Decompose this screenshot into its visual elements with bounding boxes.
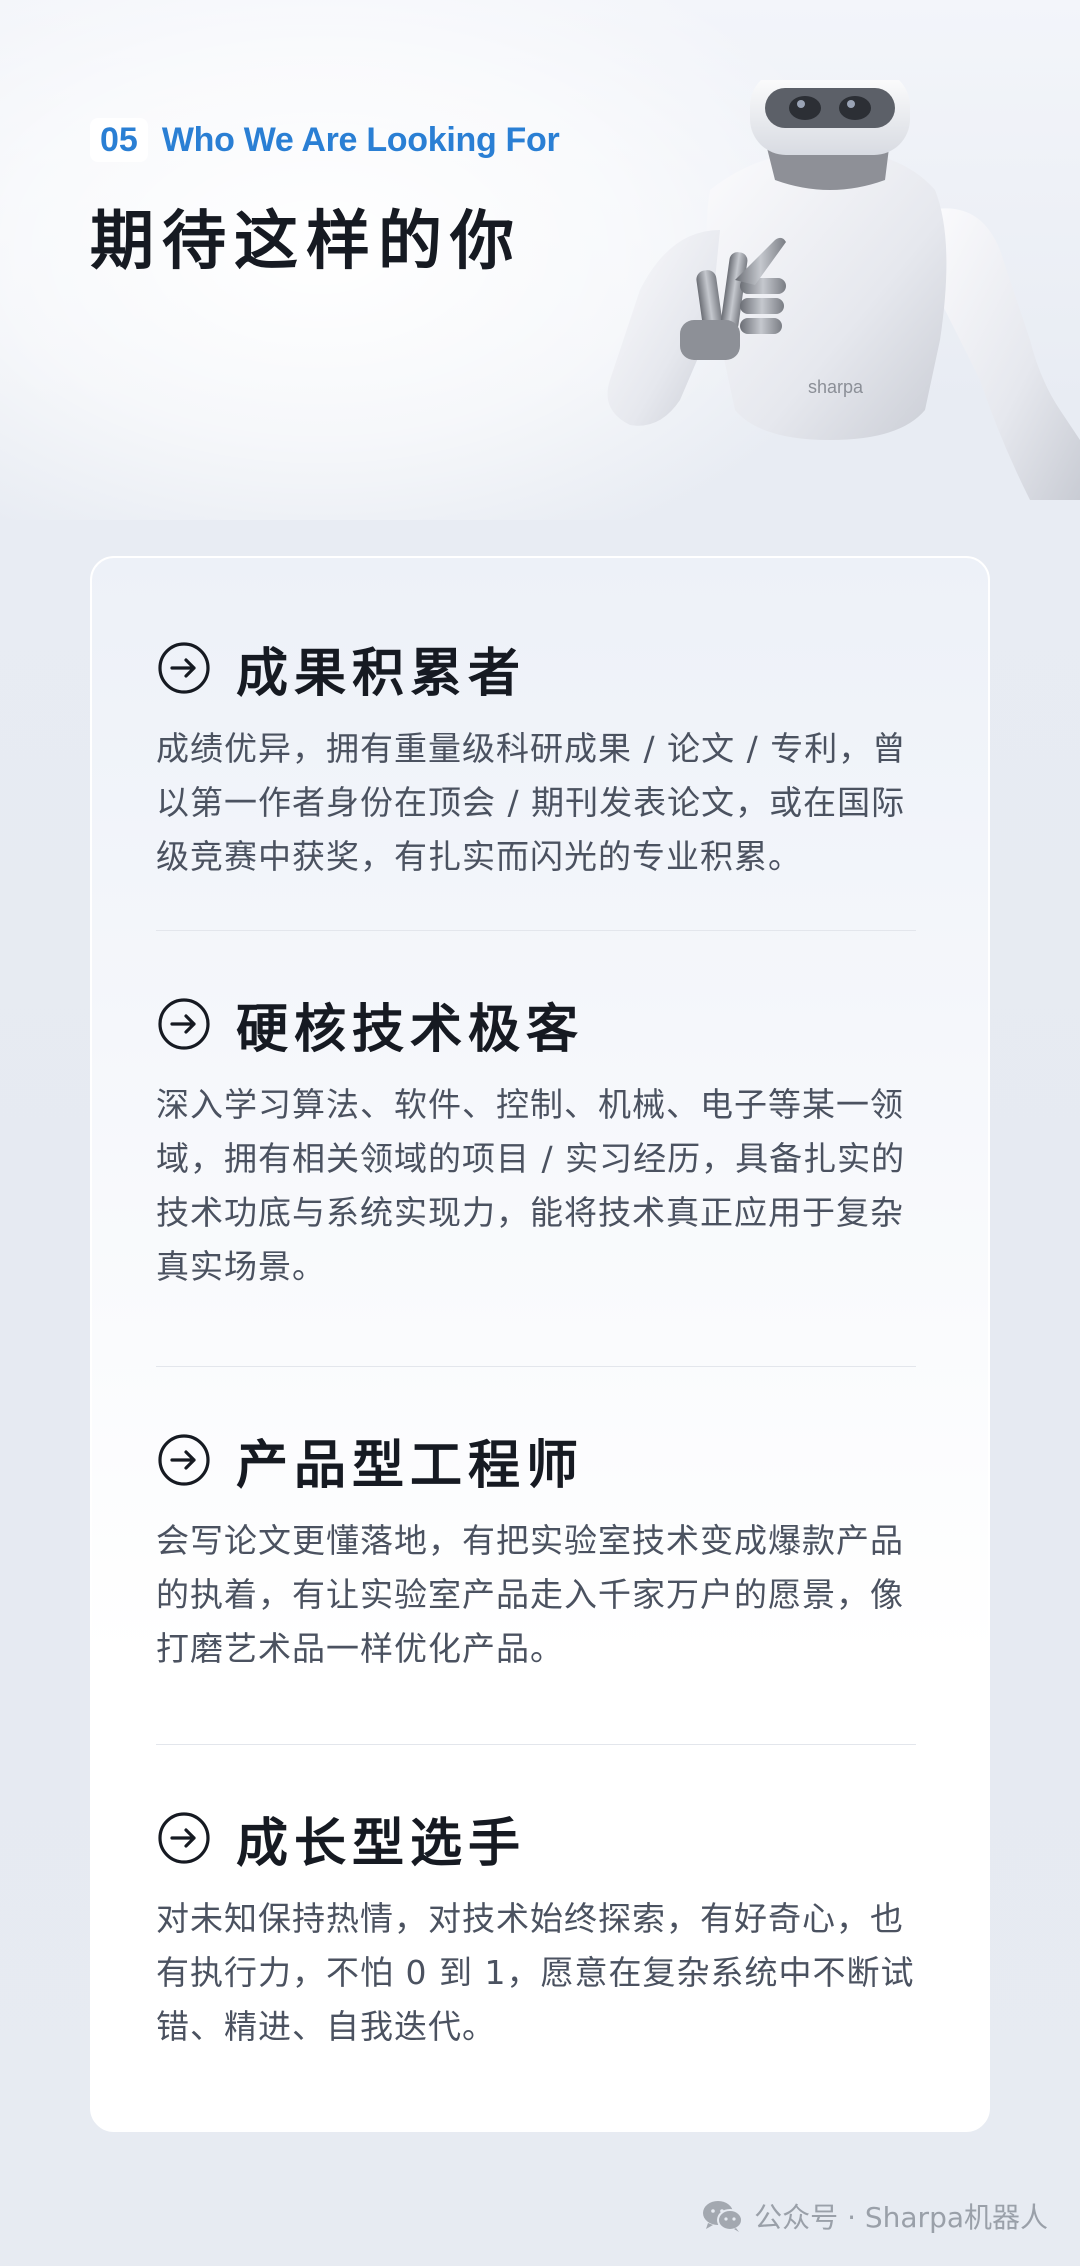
item-body: 成绩优异，拥有重量级科研成果 / 论文 / 专利，曾以第一作者身份在顶会 / 期… [156,729,907,876]
item-title: 成长型选手 [236,1813,527,1874]
arrow-circle-icon [158,1812,210,1864]
section-tag: 05 Who We Are Looking For [90,118,560,162]
list-item: 成果积累者 成绩优异，拥有重量级科研成果 / 论文 / 专利，曾以第一作者身份在… [156,636,916,884]
content-card: 成果积累者 成绩优异，拥有重量级科研成果 / 论文 / 专利，曾以第一作者身份在… [90,556,990,2132]
robot-brand-text: sharpa [808,377,864,397]
list-item: 成长型选手 对未知保持热情，对技术始终探索，有好奇心，也有执行力，不怕 0 到 … [156,1806,916,2054]
divider [156,1366,916,1367]
page-title: 期待这样的你 [90,205,522,279]
item-title: 成果积累者 [236,643,527,704]
divider [156,930,916,931]
section-title-en: Who We Are Looking For [161,120,560,159]
item-title: 产品型工程师 [236,1435,585,1496]
footer-text: 公众号 · Sharpa机器人 [754,2201,1048,2234]
list-item: 产品型工程师 会写论文更懂落地，有把实验室技术变成爆款产品的执着，有让实验室产品… [156,1428,916,1676]
footer-source: 公众号 · Sharpa机器人 [702,2196,1048,2236]
item-title: 硬核技术极客 [236,999,585,1060]
divider [156,1744,916,1745]
arrow-circle-icon [158,642,210,694]
list-item: 硬核技术极客 深入学习算法、软件、控制、机械、电子等某一领域，拥有相关领域的项目… [156,992,916,1294]
wechat-icon [703,2201,744,2232]
item-body: 对未知保持热情，对技术始终探索，有好奇心，也有执行力，不怕 0 到 1，愿意在复… [156,1899,915,2046]
arrow-circle-icon [158,998,210,1050]
item-body: 深入学习算法、软件、控制、机械、电子等某一领域，拥有相关领域的项目 / 实习经历… [156,1085,906,1286]
robot-illustration: sharpa [607,80,1080,500]
arrow-circle-icon [158,1434,210,1486]
item-body: 会写论文更懂落地，有把实验室技术变成爆款产品的执着，有让实验室产品走入千家万户的… [156,1521,904,1668]
section-number: 05 [90,118,148,162]
